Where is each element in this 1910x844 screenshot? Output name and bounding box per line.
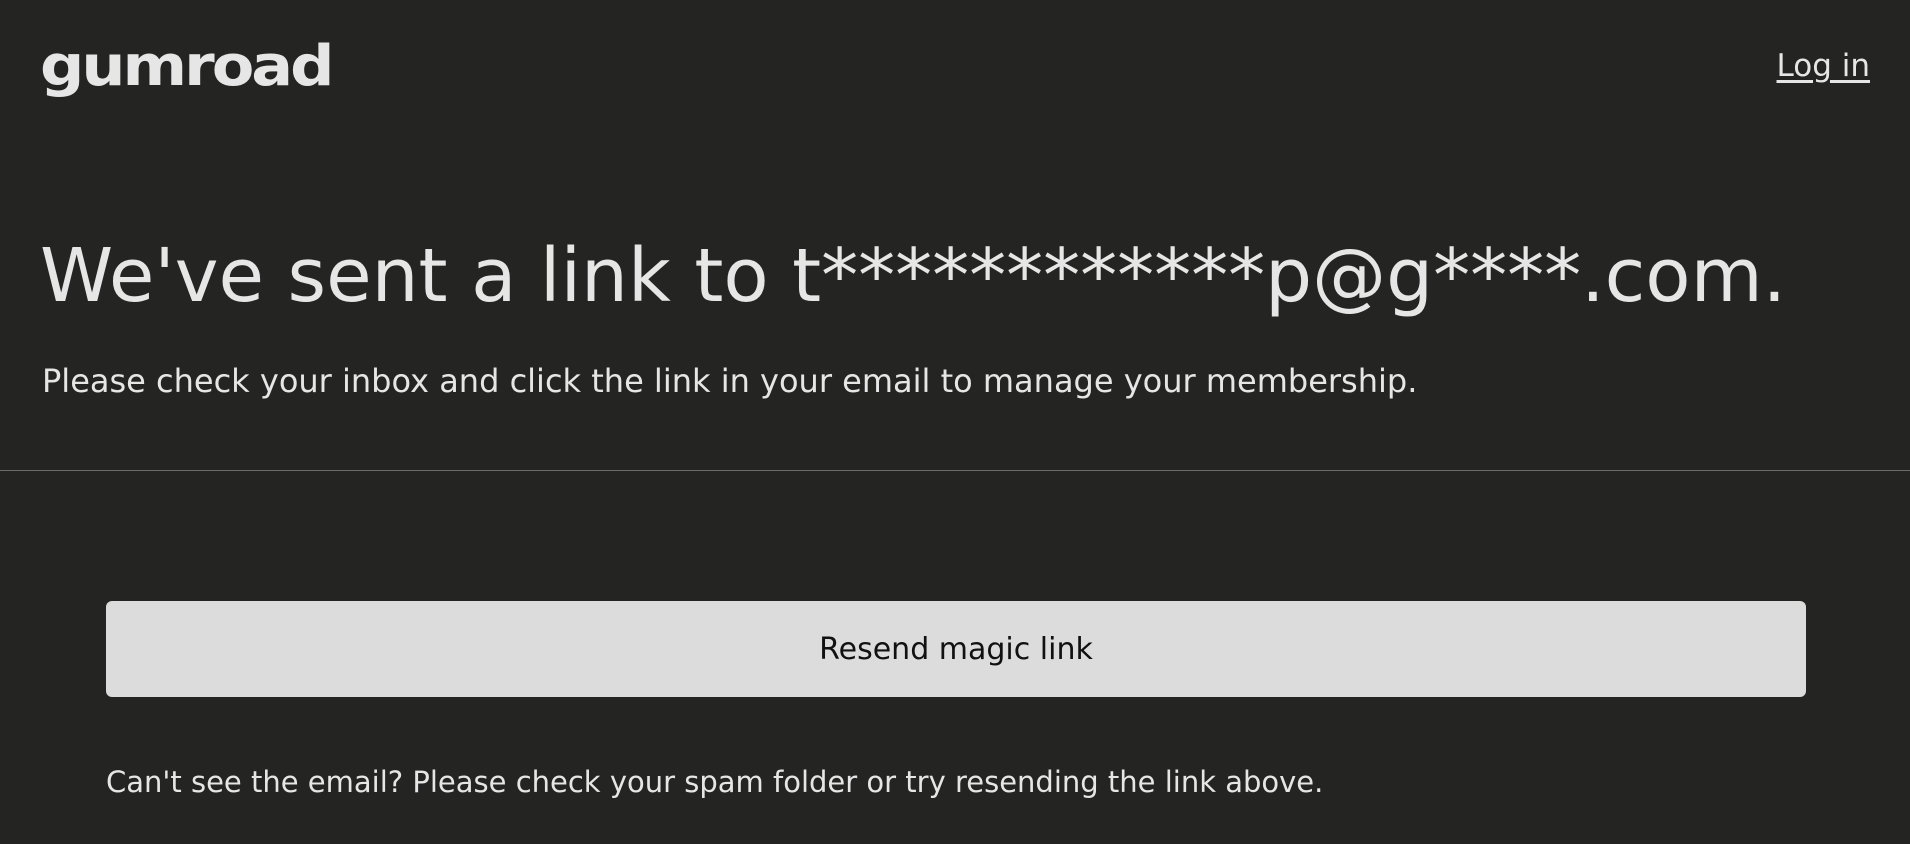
page: GUMroad Log in We've sent a link to t***… [0,0,1910,844]
top-bar: GUMroad Log in [0,0,1910,140]
instruction-text: Please check your inbox and click the li… [42,362,1418,400]
help-text: Can't see the email? Please check your s… [106,765,1324,799]
login-link[interactable]: Log in [1777,48,1870,84]
resend-button-label: Resend magic link [819,631,1093,667]
resend-magic-link-button[interactable]: Resend magic link [106,601,1806,697]
page-title: We've sent a link to t************p@g***… [40,233,1787,319]
gumroad-logo[interactable]: GUMroad [40,38,335,94]
divider [0,470,1910,471]
